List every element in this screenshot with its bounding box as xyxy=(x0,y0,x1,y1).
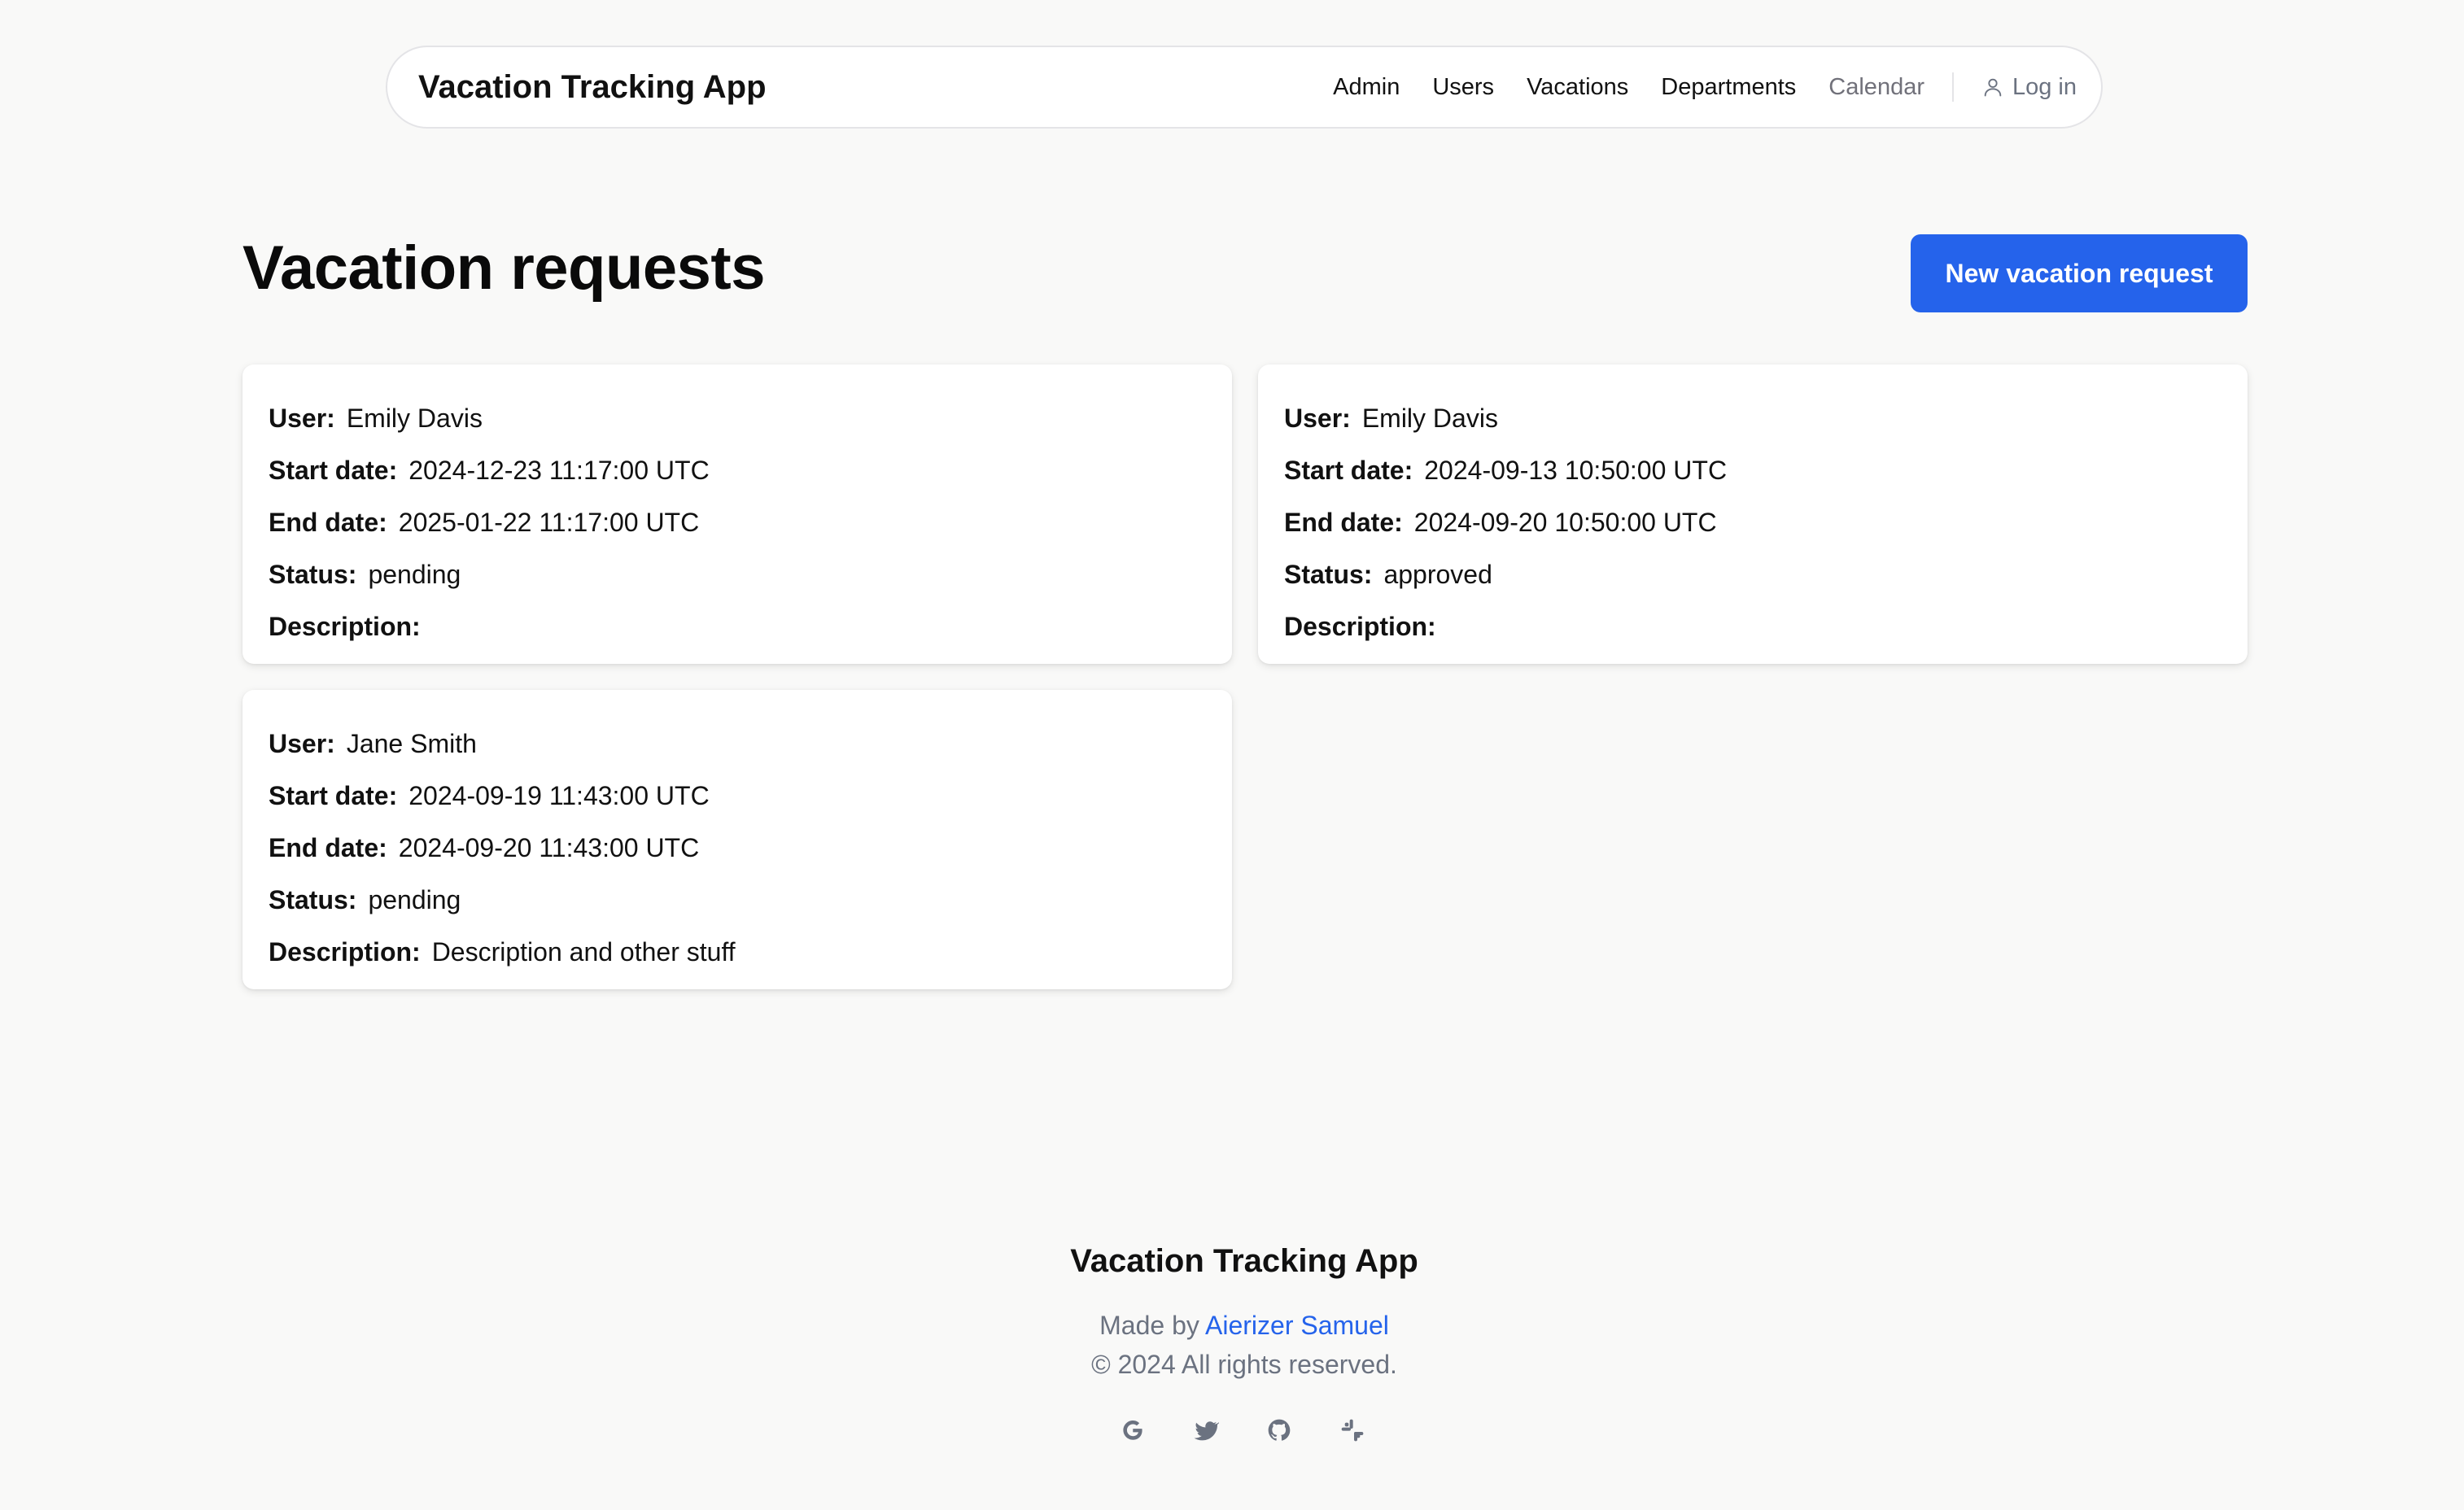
start-date-row: Start date: 2024-09-19 11:43:00 UTC xyxy=(269,770,1206,822)
start-date-row: Start date: 2024-12-23 11:17:00 UTC xyxy=(269,444,1206,496)
description-label: Description: xyxy=(1284,612,1436,641)
end-date-label: End date: xyxy=(269,833,387,862)
footer-title: Vacation Tracking App xyxy=(1070,1243,1418,1279)
nav-link-vacations[interactable]: Vacations xyxy=(1527,74,1628,101)
start-date-value: 2024-09-19 11:43:00 UTC xyxy=(408,781,710,810)
status-label: Status: xyxy=(1284,560,1373,589)
login-link[interactable]: Log in xyxy=(1981,74,2077,101)
status-value: pending xyxy=(368,885,461,914)
user-row: User: Emily Davis xyxy=(1284,392,2222,444)
description-row: Description: xyxy=(1284,600,2222,652)
nav-link-departments[interactable]: Departments xyxy=(1661,74,1796,101)
new-vacation-request-button[interactable]: New vacation request xyxy=(1911,234,2248,312)
status-label: Status: xyxy=(269,885,357,914)
vacation-request-card[interactable]: User: Emily Davis Start date: 2024-09-13 1… xyxy=(1258,364,2248,664)
description-value: Description and other stuff xyxy=(431,937,736,967)
status-row: Status: pending xyxy=(269,548,1206,600)
start-date-label: Start date: xyxy=(1284,456,1413,485)
description-label: Description: xyxy=(269,612,421,641)
status-row: Status: pending xyxy=(269,874,1206,926)
github-icon[interactable] xyxy=(1266,1417,1292,1443)
user-value: Emily Davis xyxy=(346,404,483,433)
end-date-row: End date: 2024-09-20 11:43:00 UTC xyxy=(269,822,1206,874)
end-date-label: End date: xyxy=(269,508,387,537)
google-icon[interactable] xyxy=(1120,1417,1146,1443)
user-value: Jane Smith xyxy=(346,729,477,758)
end-date-label: End date: xyxy=(1284,508,1403,537)
user-label: User: xyxy=(269,729,335,758)
login-label: Log in xyxy=(2012,73,2077,100)
footer-credit: Made by Aierizer Samuel xyxy=(0,1311,2464,1341)
nav-link-admin[interactable]: Admin xyxy=(1333,74,1400,101)
page-title: Vacation requests xyxy=(242,233,766,303)
nav-links: Admin Users Vacations Departments Calend… xyxy=(1300,72,2077,102)
end-date-row: End date: 2025-01-22 11:17:00 UTC xyxy=(269,496,1206,548)
copyright: © 2024 All rights reserved. xyxy=(1091,1350,1397,1379)
nav-link-users[interactable]: Users xyxy=(1432,74,1494,101)
user-row: User: Jane Smith xyxy=(269,718,1206,770)
description-label: Description: xyxy=(269,937,421,967)
vacation-request-card[interactable]: User: Jane Smith Start date: 2024-09-19 11… xyxy=(242,690,1232,989)
nav-link-calendar[interactable]: Calendar xyxy=(1828,74,1924,101)
start-date-label: Start date: xyxy=(269,456,398,485)
start-date-value: 2024-09-13 10:50:00 UTC xyxy=(1424,456,1728,485)
status-label: Status: xyxy=(269,560,357,589)
status-row: Status: approved xyxy=(1284,548,2222,600)
end-date-value: 2025-01-22 11:17:00 UTC xyxy=(398,508,700,537)
end-date-row: End date: 2024-09-20 10:50:00 UTC xyxy=(1284,496,2222,548)
user-label: User: xyxy=(269,404,335,433)
social-links xyxy=(1120,1417,1365,1443)
description-row: Description: Description and other stuff xyxy=(269,926,1206,978)
end-date-value: 2024-09-20 11:43:00 UTC xyxy=(398,833,700,862)
start-date-row: Start date: 2024-09-13 10:50:00 UTC xyxy=(1284,444,2222,496)
description-row: Description: xyxy=(269,600,1206,652)
brand-title[interactable]: Vacation Tracking App xyxy=(418,69,767,106)
made-by-label: Made by xyxy=(1099,1311,1199,1340)
author-link[interactable]: Aierizer Samuel xyxy=(1205,1311,1389,1340)
vacation-request-card[interactable]: User: Emily Davis Start date: 2024-12-23 1… xyxy=(242,364,1232,664)
user-row: User: Emily Davis xyxy=(269,392,1206,444)
end-date-value: 2024-09-20 10:50:00 UTC xyxy=(1413,508,1717,537)
start-date-label: Start date: xyxy=(269,781,398,810)
status-value: pending xyxy=(368,560,461,589)
navbar: Vacation Tracking App Admin Users Vacati… xyxy=(386,46,2103,129)
user-icon xyxy=(1981,76,2012,98)
twitter-icon[interactable] xyxy=(1193,1417,1219,1443)
user-label: User: xyxy=(1284,404,1351,433)
nav-divider xyxy=(1951,72,1954,102)
user-value: Emily Davis xyxy=(1361,404,1498,433)
status-value: approved xyxy=(1383,560,1492,589)
start-date-value: 2024-12-23 11:17:00 UTC xyxy=(408,456,710,485)
slack-icon[interactable] xyxy=(1339,1417,1365,1443)
